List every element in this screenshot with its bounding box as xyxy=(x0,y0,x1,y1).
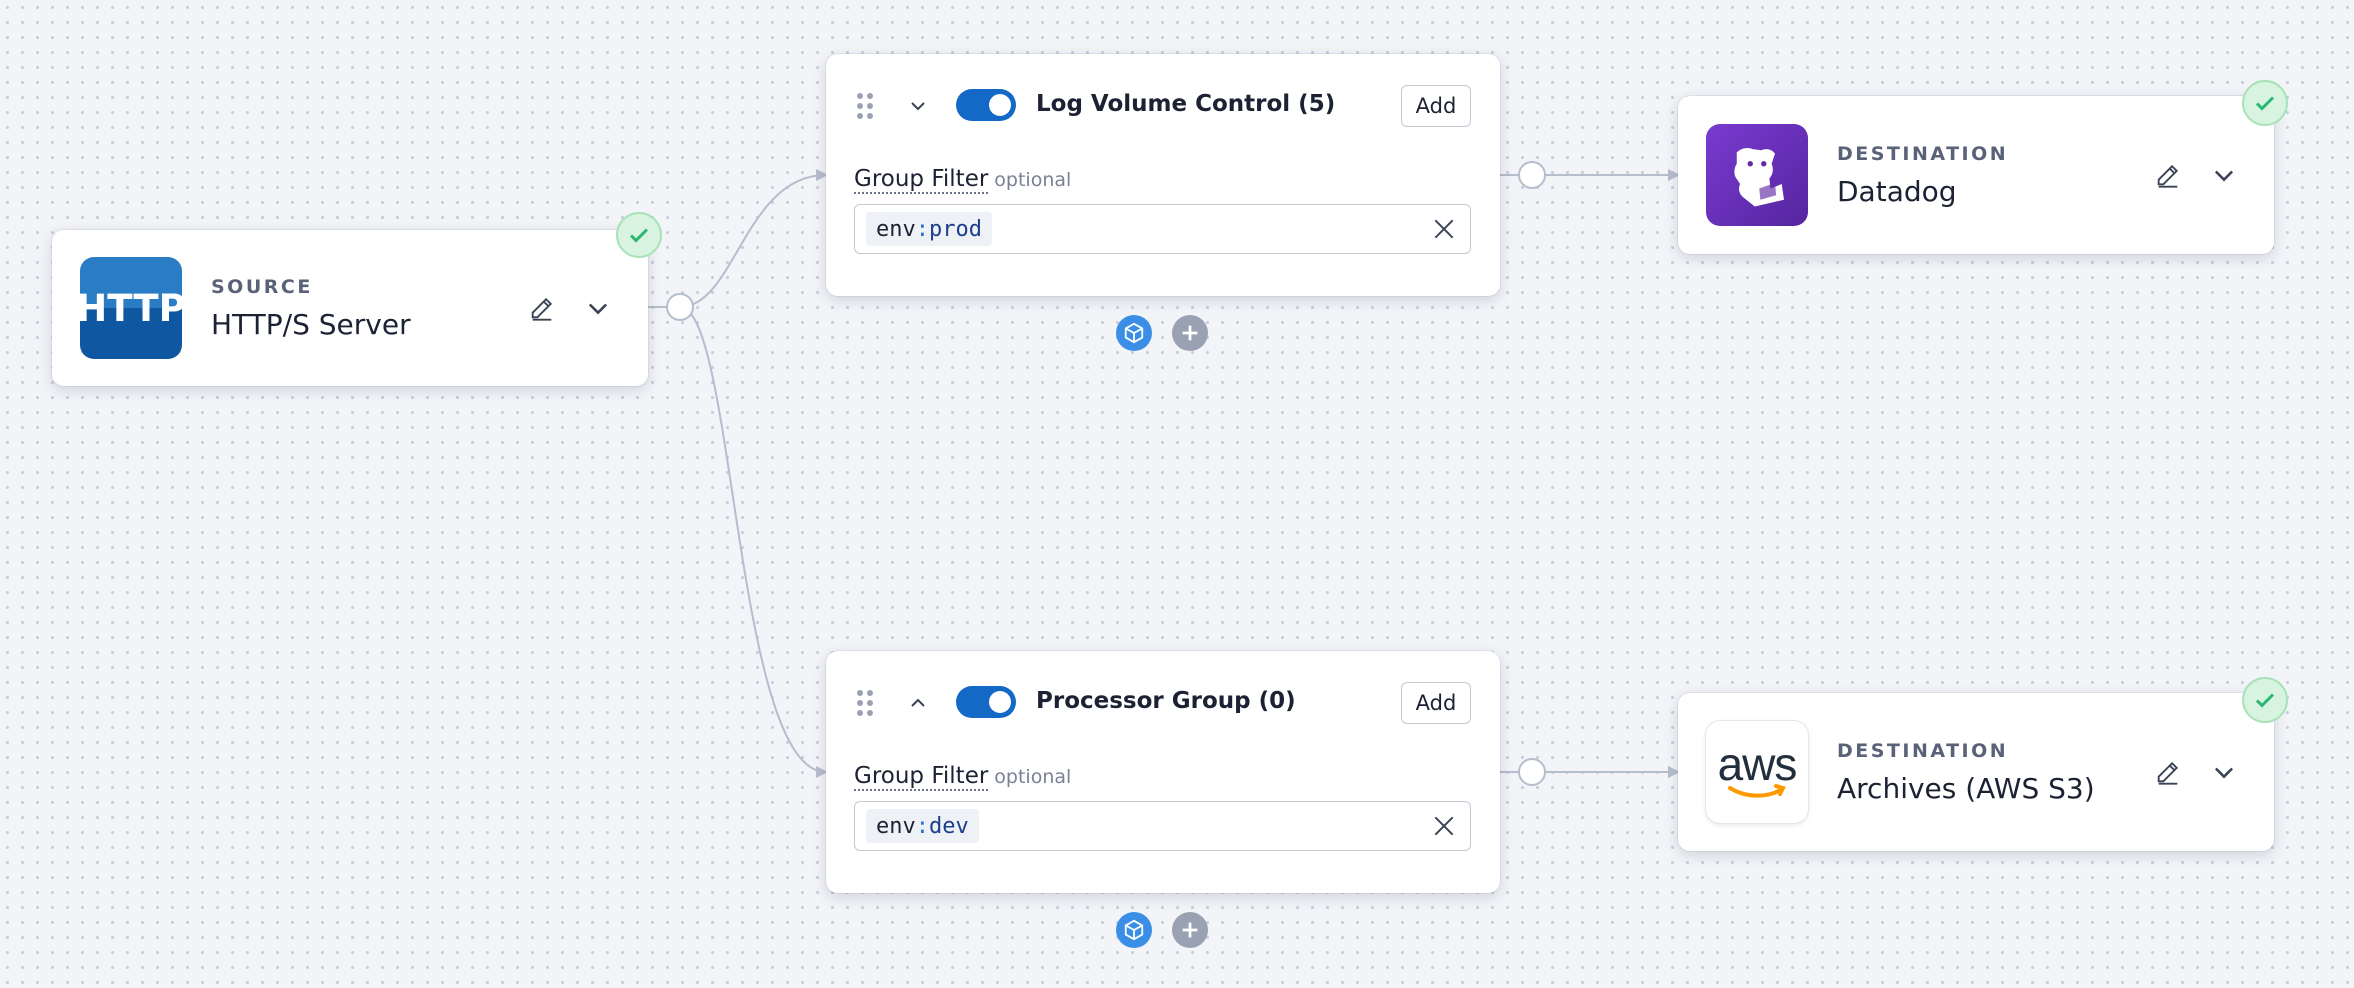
aws-s3-valid-check-icon xyxy=(2242,677,2288,723)
cube-icon xyxy=(1124,919,1144,941)
datadog-valid-check-icon xyxy=(2242,80,2288,126)
close-icon xyxy=(1434,816,1454,836)
group-1-add-processor-button[interactable] xyxy=(1172,315,1208,351)
collapse-toggle-button[interactable] xyxy=(896,681,940,725)
expand-source-button[interactable] xyxy=(576,286,620,330)
group-2-add-processor-button[interactable] xyxy=(1172,912,1208,948)
wire-source-to-group-2 xyxy=(679,306,828,778)
group-1-output-port[interactable] xyxy=(1518,161,1546,189)
destination-card-aws-s3[interactable]: aws DESTINATION Archives (AWS S3) xyxy=(1678,693,2274,851)
processor-group-processor-group: Processor Group (0) Add Group Filter opti… xyxy=(826,651,1500,893)
query-token[interactable]: env: prod xyxy=(866,212,992,246)
edit-destination-button[interactable] xyxy=(2146,750,2190,794)
source-name: HTTP/S Server xyxy=(211,307,411,341)
source-output-port[interactable] xyxy=(666,293,694,321)
expand-destination-button[interactable] xyxy=(2202,153,2246,197)
destination-name: Datadog xyxy=(1837,174,1957,208)
edit-source-button[interactable] xyxy=(520,286,564,330)
chevron-down-icon xyxy=(911,102,925,111)
clear-filter-button[interactable] xyxy=(1426,808,1462,844)
group-2-library-button[interactable] xyxy=(1116,912,1152,948)
destination-name: Archives (AWS S3) xyxy=(1837,771,2095,805)
group-1-library-button[interactable] xyxy=(1116,315,1152,351)
pencil-icon xyxy=(2157,761,2179,785)
chevron-up-icon xyxy=(911,698,925,707)
group-filter-label: Group Filter optional xyxy=(854,763,1072,791)
chevron-down-icon xyxy=(588,303,608,315)
add-processor-button[interactable]: Add xyxy=(1401,85,1471,127)
plus-icon xyxy=(1182,325,1198,341)
drag-handle-icon[interactable] xyxy=(856,689,874,717)
group-enabled-toggle[interactable] xyxy=(956,89,1016,121)
destination-kind-label: DESTINATION xyxy=(1837,142,2009,165)
group-filter-input[interactable]: env: dev xyxy=(854,801,1471,851)
pencil-icon xyxy=(2157,164,2179,188)
processor-group-log-volume-control: Log Volume Control (5) Add Group Filter o… xyxy=(826,54,1500,296)
close-icon xyxy=(1434,219,1454,239)
destination-kind-label: DESTINATION xyxy=(1837,739,2009,762)
destination-card-datadog[interactable]: DESTINATION Datadog xyxy=(1678,96,2274,254)
aws-logo-icon: aws xyxy=(1706,721,1808,823)
source-card[interactable]: HTTP SOURCE HTTP/S Server xyxy=(52,230,648,386)
expand-destination-button[interactable] xyxy=(2202,750,2246,794)
drag-handle-icon[interactable] xyxy=(856,92,874,120)
group-title: Processor Group (0) xyxy=(1036,688,1296,714)
add-processor-button[interactable]: Add xyxy=(1401,682,1471,724)
http-logo-icon: HTTP xyxy=(76,257,186,359)
group-filter-input[interactable]: env: prod xyxy=(854,204,1471,254)
chevron-down-icon xyxy=(2214,170,2234,182)
source-valid-check-icon xyxy=(616,212,662,258)
query-token[interactable]: env: dev xyxy=(866,809,979,843)
chevron-down-icon xyxy=(2214,767,2234,779)
group-2-output-port[interactable] xyxy=(1518,758,1546,786)
source-kind-label: SOURCE xyxy=(211,275,313,298)
wire-source-to-group-1 xyxy=(648,169,828,308)
group-filter-label: Group Filter optional xyxy=(854,166,1072,194)
edit-destination-button[interactable] xyxy=(2146,153,2190,197)
plus-icon xyxy=(1182,922,1198,938)
group-enabled-toggle[interactable] xyxy=(956,686,1016,718)
datadog-logo-icon xyxy=(1706,124,1808,226)
pencil-icon xyxy=(531,297,553,321)
cube-icon xyxy=(1124,322,1144,344)
collapse-toggle-button[interactable] xyxy=(896,84,940,128)
group-title: Log Volume Control (5) xyxy=(1036,91,1336,117)
clear-filter-button[interactable] xyxy=(1426,211,1462,247)
